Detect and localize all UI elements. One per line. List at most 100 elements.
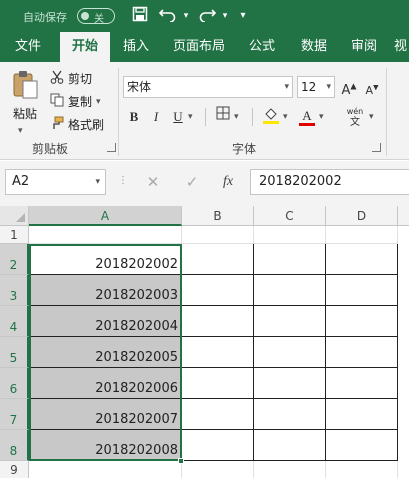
cell-b8[interactable] [182, 430, 254, 461]
column-header-b[interactable]: B [182, 206, 254, 226]
underline-dropdown-icon[interactable]: ▾ [188, 112, 193, 122]
cell-d3[interactable] [326, 275, 398, 306]
cell-b4[interactable] [182, 306, 254, 337]
row-header[interactable]: 5 [0, 337, 29, 368]
cell-d9[interactable] [326, 461, 398, 478]
fill-color-dropdown-icon[interactable]: ▾ [283, 112, 288, 122]
cell-a4[interactable]: 2018202004 [29, 306, 182, 337]
cell-b5[interactable] [182, 337, 254, 368]
font-size-select[interactable]: 12 ▾ [297, 76, 335, 98]
phonetic-dropdown-icon[interactable]: ▾ [369, 112, 374, 122]
phonetic-button[interactable]: wén 文 [343, 106, 367, 128]
formula-input[interactable]: 2018202002 [250, 169, 409, 195]
cell-c4[interactable] [254, 306, 326, 337]
underline-button[interactable]: U [168, 106, 188, 128]
cut-button[interactable]: 剪切 [50, 70, 92, 87]
cell-d6[interactable] [326, 368, 398, 399]
increase-font-size-button[interactable]: A▲ [339, 76, 359, 98]
borders-dropdown-icon[interactable]: ▾ [234, 112, 239, 122]
borders-button[interactable] [213, 106, 233, 128]
tab-home[interactable]: 开始 [60, 32, 110, 62]
cell-c5[interactable] [254, 337, 326, 368]
column-header-e[interactable] [398, 206, 409, 226]
row-header[interactable]: 8 [0, 430, 29, 461]
fill-color-button[interactable] [261, 106, 281, 128]
redo-icon[interactable] [196, 6, 218, 26]
copy-dropdown-icon[interactable]: ▾ [96, 97, 101, 107]
ribbon-tabs: 文件 开始 插入 页面布局 公式 数据 审阅 视 [0, 32, 409, 62]
cell-b6[interactable] [182, 368, 254, 399]
row-header[interactable]: 6 [0, 368, 29, 399]
cell-a2[interactable]: 2018202002 [29, 244, 182, 275]
clipboard-launcher-icon[interactable] [107, 143, 116, 152]
cell-a7[interactable]: 2018202007 [29, 399, 182, 430]
bold-button[interactable]: B [124, 106, 144, 128]
cell-b1[interactable] [182, 226, 254, 244]
cell-c9[interactable] [254, 461, 326, 478]
column-header-a[interactable]: A [29, 206, 182, 226]
cell-c8[interactable] [254, 430, 326, 461]
copy-button[interactable]: 复制 ▾ [50, 93, 101, 110]
cell-c7[interactable] [254, 399, 326, 430]
font-color-button[interactable]: A [297, 106, 317, 128]
font-color-dropdown-icon[interactable]: ▾ [319, 112, 324, 122]
cell-c3[interactable] [254, 275, 326, 306]
enter-icon[interactable]: ✓ [181, 170, 203, 194]
cell-c1[interactable] [254, 226, 326, 244]
paste-button[interactable]: 粘贴 [8, 70, 42, 122]
tab-file[interactable]: 文件 [6, 32, 50, 62]
fill-handle[interactable] [178, 458, 184, 464]
row-header[interactable]: 9 [0, 461, 29, 478]
tab-review[interactable]: 审阅 [342, 32, 386, 62]
redo-dropdown-icon[interactable]: ▾ [220, 6, 230, 26]
cell-d2[interactable] [326, 244, 398, 275]
column-header-d[interactable]: D [326, 206, 398, 226]
cell-b7[interactable] [182, 399, 254, 430]
cell-d5[interactable] [326, 337, 398, 368]
italic-button[interactable]: I [146, 106, 166, 128]
font-launcher-icon[interactable] [372, 143, 381, 152]
cell-a5[interactable]: 2018202005 [29, 337, 182, 368]
cell-d4[interactable] [326, 306, 398, 337]
column-header-c[interactable]: C [254, 206, 326, 226]
cancel-icon[interactable]: ✕ [142, 170, 164, 194]
insert-function-icon[interactable]: fx [217, 170, 239, 194]
cell-a8[interactable]: 2018202008 [29, 430, 182, 461]
cell-a3[interactable]: 2018202003 [29, 275, 182, 306]
cell-c2[interactable] [254, 244, 326, 275]
cell-d8[interactable] [326, 430, 398, 461]
formula-bar-grip[interactable]: ⋮ [118, 175, 128, 186]
cell-b3[interactable] [182, 275, 254, 306]
row-header[interactable]: 7 [0, 399, 29, 430]
autosave-toggle[interactable]: 关 [77, 8, 115, 25]
name-box[interactable]: A2 ▾ [5, 169, 106, 195]
tab-formulas[interactable]: 公式 [240, 32, 284, 62]
select-all-button[interactable] [0, 206, 29, 226]
cell-a6[interactable]: 2018202006 [29, 368, 182, 399]
row-header[interactable]: 4 [0, 306, 29, 337]
chevron-down-icon: ▾ [284, 82, 289, 92]
customize-toolbar-icon[interactable]: ▾ [236, 6, 250, 26]
tab-view[interactable]: 视 [394, 32, 409, 62]
cell-b2[interactable] [182, 244, 254, 275]
cell-d7[interactable] [326, 399, 398, 430]
decrease-font-size-button[interactable]: A▼ [362, 76, 382, 98]
cell-c6[interactable] [254, 368, 326, 399]
cell-a1[interactable] [29, 226, 182, 244]
tab-insert[interactable]: 插入 [114, 32, 158, 62]
row-header[interactable]: 2 [0, 244, 29, 275]
tab-page-layout[interactable]: 页面布局 [166, 32, 232, 62]
row-header[interactable]: 3 [0, 275, 29, 306]
font-name-select[interactable]: 宋体 ▾ [123, 76, 293, 98]
undo-dropdown-icon[interactable]: ▾ [181, 6, 191, 26]
paste-dropdown-icon[interactable]: ▾ [18, 126, 23, 136]
save-icon[interactable] [130, 6, 150, 26]
decrease-font-icon: A▼ [365, 83, 379, 97]
undo-icon[interactable] [157, 6, 179, 26]
row-header[interactable]: 1 [0, 226, 29, 244]
cell-d1[interactable] [326, 226, 398, 244]
cell-b9[interactable] [182, 461, 254, 478]
cell-a9[interactable] [29, 461, 182, 478]
tab-data[interactable]: 数据 [292, 32, 336, 62]
format-painter-button[interactable]: 格式刷 [50, 116, 104, 133]
